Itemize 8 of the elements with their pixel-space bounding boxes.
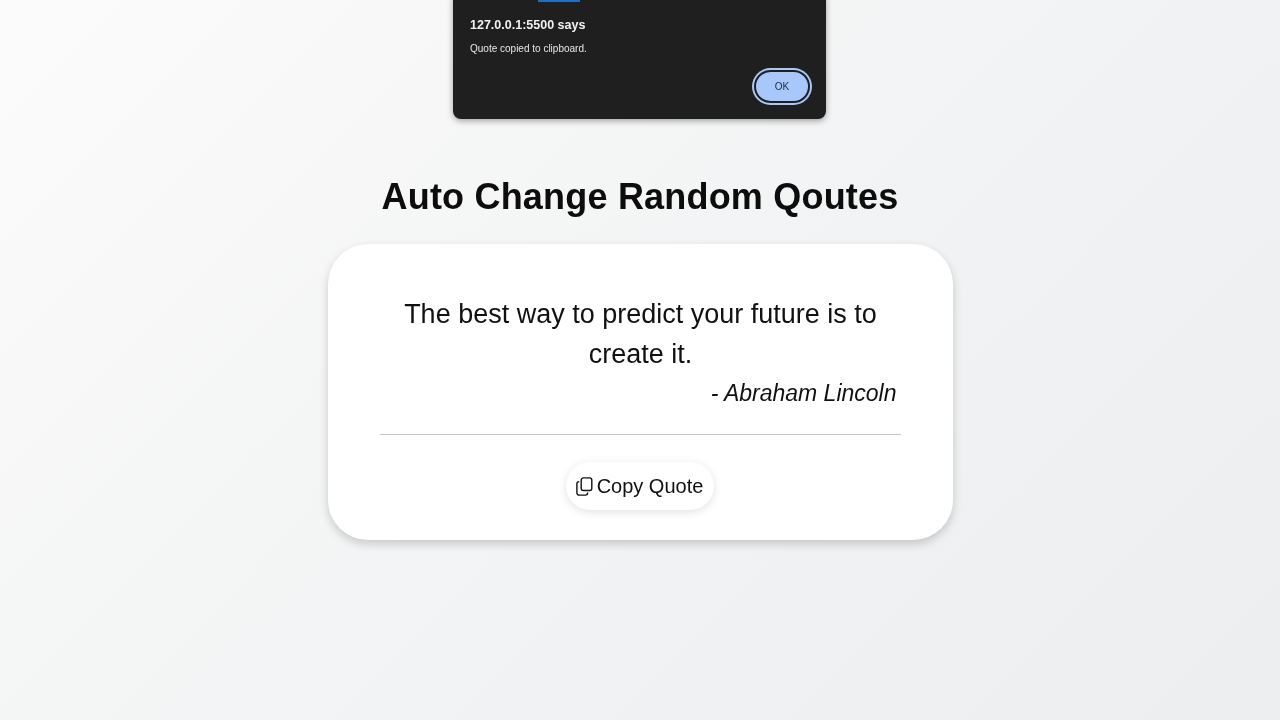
copy-icon [575,476,593,496]
quote-author: - Abraham Lincoln [709,379,897,409]
dialog-message: Quote copied to clipboard. [470,42,588,56]
dialog-title: 127.0.0.1:5500 says [470,17,587,34]
copy-quote-button[interactable]: Copy Quote [565,462,715,511]
ok-button[interactable]: OK [754,70,810,103]
page-heading: Auto Change Random Qoutes [381,175,899,219]
quote-text: The best way to predict your future is to create it. [403,298,878,372]
